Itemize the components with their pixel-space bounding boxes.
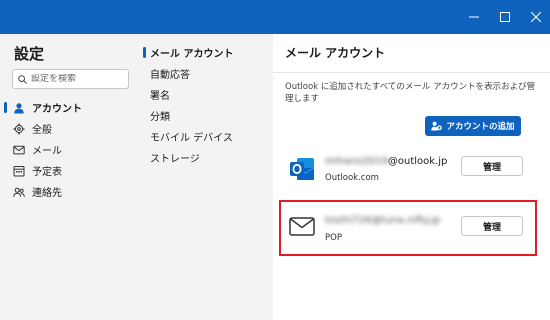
contacts-icon bbox=[13, 186, 25, 198]
title-bar bbox=[0, 0, 550, 34]
email-domain-redacted: @tuna.nifty.jp bbox=[371, 215, 441, 226]
account-email: mihano2019 @outlook.jp bbox=[325, 156, 447, 167]
nav-item-label: メール bbox=[32, 146, 62, 157]
panel-description: Outlook に追加されたすべてのメール アカウントを表示および管理します bbox=[285, 82, 536, 104]
settings-title: 設定 bbox=[14, 45, 45, 63]
account-email: tosihi726 @tuna.nifty.jp bbox=[325, 215, 440, 226]
nav-item-label: 全般 bbox=[32, 125, 52, 136]
envelope-icon bbox=[289, 216, 315, 242]
search-icon bbox=[18, 74, 27, 84]
account-item: mihano2019 @outlook.jp Outlook.com 管理 bbox=[283, 144, 535, 192]
settings-sidebar: 設定 アカウント 全般 メール 予定表 bbox=[0, 34, 273, 320]
outlook-logo-icon bbox=[289, 156, 315, 182]
nav-item-label: 予定表 bbox=[32, 167, 62, 178]
settings-nav: アカウント 全般 メール 予定表 連絡先 bbox=[0, 97, 140, 202]
manage-button[interactable]: 管理 bbox=[461, 156, 523, 176]
subnav-categories[interactable]: 分類 bbox=[145, 105, 270, 126]
close-icon bbox=[531, 12, 541, 22]
calendar-icon bbox=[13, 165, 25, 177]
maximize-icon bbox=[500, 12, 510, 22]
nav-item-general[interactable]: 全般 bbox=[0, 118, 140, 139]
subnav-mobile-devices[interactable]: モバイル デバイス bbox=[145, 126, 270, 147]
nav-item-mail[interactable]: メール bbox=[0, 139, 140, 160]
nav-item-account[interactable]: アカウント bbox=[0, 97, 140, 118]
divider bbox=[273, 72, 550, 73]
add-person-icon bbox=[431, 121, 443, 131]
search-input[interactable] bbox=[31, 74, 127, 84]
close-button[interactable] bbox=[518, 0, 550, 34]
nav-item-label: アカウント bbox=[32, 104, 82, 115]
subnav-mail-accounts[interactable]: メール アカウント bbox=[143, 42, 270, 63]
minimize-icon bbox=[469, 16, 479, 18]
manage-button[interactable]: 管理 bbox=[461, 216, 523, 236]
account-type: Outlook.com bbox=[325, 173, 379, 183]
person-icon bbox=[13, 102, 25, 114]
nav-item-label: 連絡先 bbox=[32, 188, 62, 199]
nav-item-contacts[interactable]: 連絡先 bbox=[0, 181, 140, 202]
add-account-label: アカウントの追加 bbox=[446, 122, 515, 132]
account-item-highlighted: tosihi726 @tuna.nifty.jp POP 管理 bbox=[279, 200, 537, 256]
mail-icon bbox=[13, 144, 25, 156]
subnav-auto-replies[interactable]: 自動応答 bbox=[145, 63, 270, 84]
panel-title: メール アカウント bbox=[285, 46, 386, 60]
settings-subnav: メール アカウント 自動応答 署名 分類 モバイル デバイス ストレージ bbox=[143, 42, 270, 168]
subnav-signatures[interactable]: 署名 bbox=[145, 84, 270, 105]
add-account-button[interactable]: アカウントの追加 bbox=[425, 116, 521, 136]
nav-item-calendar[interactable]: 予定表 bbox=[0, 160, 140, 181]
email-user-redacted: mihano2019 bbox=[325, 156, 388, 167]
subnav-storage[interactable]: ストレージ bbox=[145, 147, 270, 168]
email-user-redacted: tosihi726 bbox=[325, 215, 372, 226]
mail-accounts-panel: メール アカウント Outlook に追加されたすべてのメール アカウントを表示… bbox=[273, 34, 550, 320]
email-domain: @outlook.jp bbox=[387, 156, 448, 167]
gear-icon bbox=[13, 123, 25, 135]
account-type: POP bbox=[325, 233, 342, 243]
settings-search[interactable] bbox=[12, 69, 129, 89]
